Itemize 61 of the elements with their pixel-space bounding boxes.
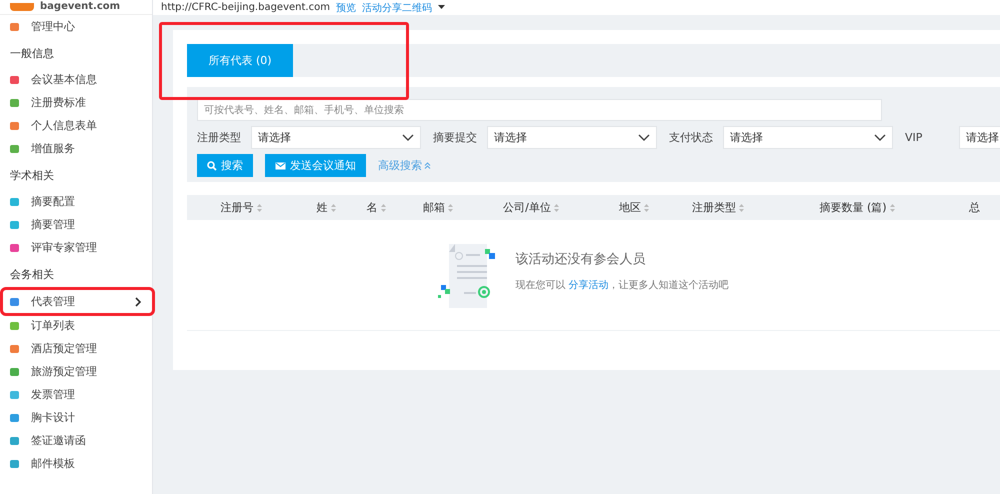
sidebar-heading: 一般信息 — [9, 46, 55, 62]
sidebar-item[interactable]: 会议基本信息 — [0, 68, 149, 91]
sidebar-item[interactable]: 代表管理 — [3, 290, 152, 313]
chevron-down-icon — [874, 134, 886, 142]
sidebar-heading: 学术相关 — [9, 168, 55, 184]
mail-icon — [275, 162, 286, 170]
search-field[interactable]: 可按代表号、姓名、邮箱、手机号、单位搜索 — [197, 99, 882, 121]
logo-icon — [10, 3, 34, 11]
select-field[interactable]: 请选择 — [959, 126, 1000, 149]
sidebar-item[interactable]: 发票管理 — [0, 383, 149, 406]
sidebar-heading: 会务相关 — [9, 267, 55, 283]
sidebar-item[interactable]: 摘要配置 — [0, 190, 149, 213]
column-header[interactable]: 姓 — [295, 200, 357, 215]
sort-icon — [380, 204, 386, 212]
top-link[interactable]: 预览 — [336, 0, 356, 14]
sidebar-item[interactable]: 签证邀请函 — [0, 429, 149, 452]
filter-label: 摘要提交 — [433, 130, 478, 145]
chevron-down-icon — [402, 134, 414, 142]
sort-icon — [739, 204, 744, 212]
sidebar-item[interactable]: 个人信息表单 — [0, 114, 149, 137]
column-header[interactable]: 注册类型 — [687, 200, 749, 215]
sidebar-item[interactable]: 管理中心 — [0, 15, 149, 38]
sidebar-item[interactable]: 评审专家管理 — [0, 236, 149, 259]
column-header[interactable]: 邮箱 — [395, 200, 481, 215]
empty-title: 该活动还没有参会人员 — [515, 251, 646, 268]
top-link[interactable]: 活动分享二维码 — [362, 0, 432, 14]
column-header[interactable]: 公司/单位 — [481, 200, 581, 215]
sort-icon — [448, 204, 453, 212]
filter-label: 支付状态 — [669, 130, 714, 145]
chevron-down-icon — [638, 134, 650, 142]
select-field[interactable]: 请选择 — [723, 126, 893, 149]
column-header[interactable]: 总 — [965, 200, 1000, 215]
sort-icon — [330, 204, 336, 212]
select-field[interactable]: 请选择 — [251, 126, 421, 149]
event-url: http://CFRC-beijing.bagevent.com — [161, 2, 330, 13]
sidebar-item[interactable]: 摘要管理 — [0, 213, 149, 236]
sidebar-item[interactable]: 注册费标准 — [0, 91, 149, 114]
column-header[interactable]: 注册号 — [187, 200, 295, 215]
sort-icon — [256, 204, 262, 212]
column-header[interactable]: 摘要数量 (篇) — [749, 200, 965, 215]
caret-icon — [438, 5, 445, 10]
double-caret-icon — [424, 162, 431, 169]
sidebar-item[interactable]: 增值服务 — [0, 137, 149, 160]
chevron-icon — [134, 296, 142, 306]
filter-label: 注册类型 — [197, 130, 242, 145]
sidebar-item[interactable]: 旅游预定管理 — [0, 360, 149, 383]
sidebar-item[interactable]: 订单列表 — [0, 314, 149, 337]
filter-label: VIP — [905, 131, 924, 144]
sidebar-item[interactable]: 酒店预定管理 — [0, 337, 149, 360]
sort-icon — [554, 204, 559, 212]
empty-message: 现在您可以 分享活动，让更多人知道这个活动吧 — [515, 278, 729, 292]
sort-icon — [644, 204, 649, 212]
logo-text: bagevent.com — [40, 1, 120, 13]
sidebar-item[interactable]: 胸卡设计 — [0, 406, 149, 429]
share-event-link[interactable]: 分享活动 — [568, 280, 609, 291]
select-field[interactable]: 请选择 — [487, 126, 657, 149]
column-header[interactable]: 名 — [357, 200, 395, 215]
sort-icon — [890, 204, 895, 212]
column-header[interactable]: 地区 — [581, 200, 687, 215]
search-icon — [207, 160, 217, 170]
sidebar-item[interactable]: 邮件模板 — [0, 452, 149, 475]
